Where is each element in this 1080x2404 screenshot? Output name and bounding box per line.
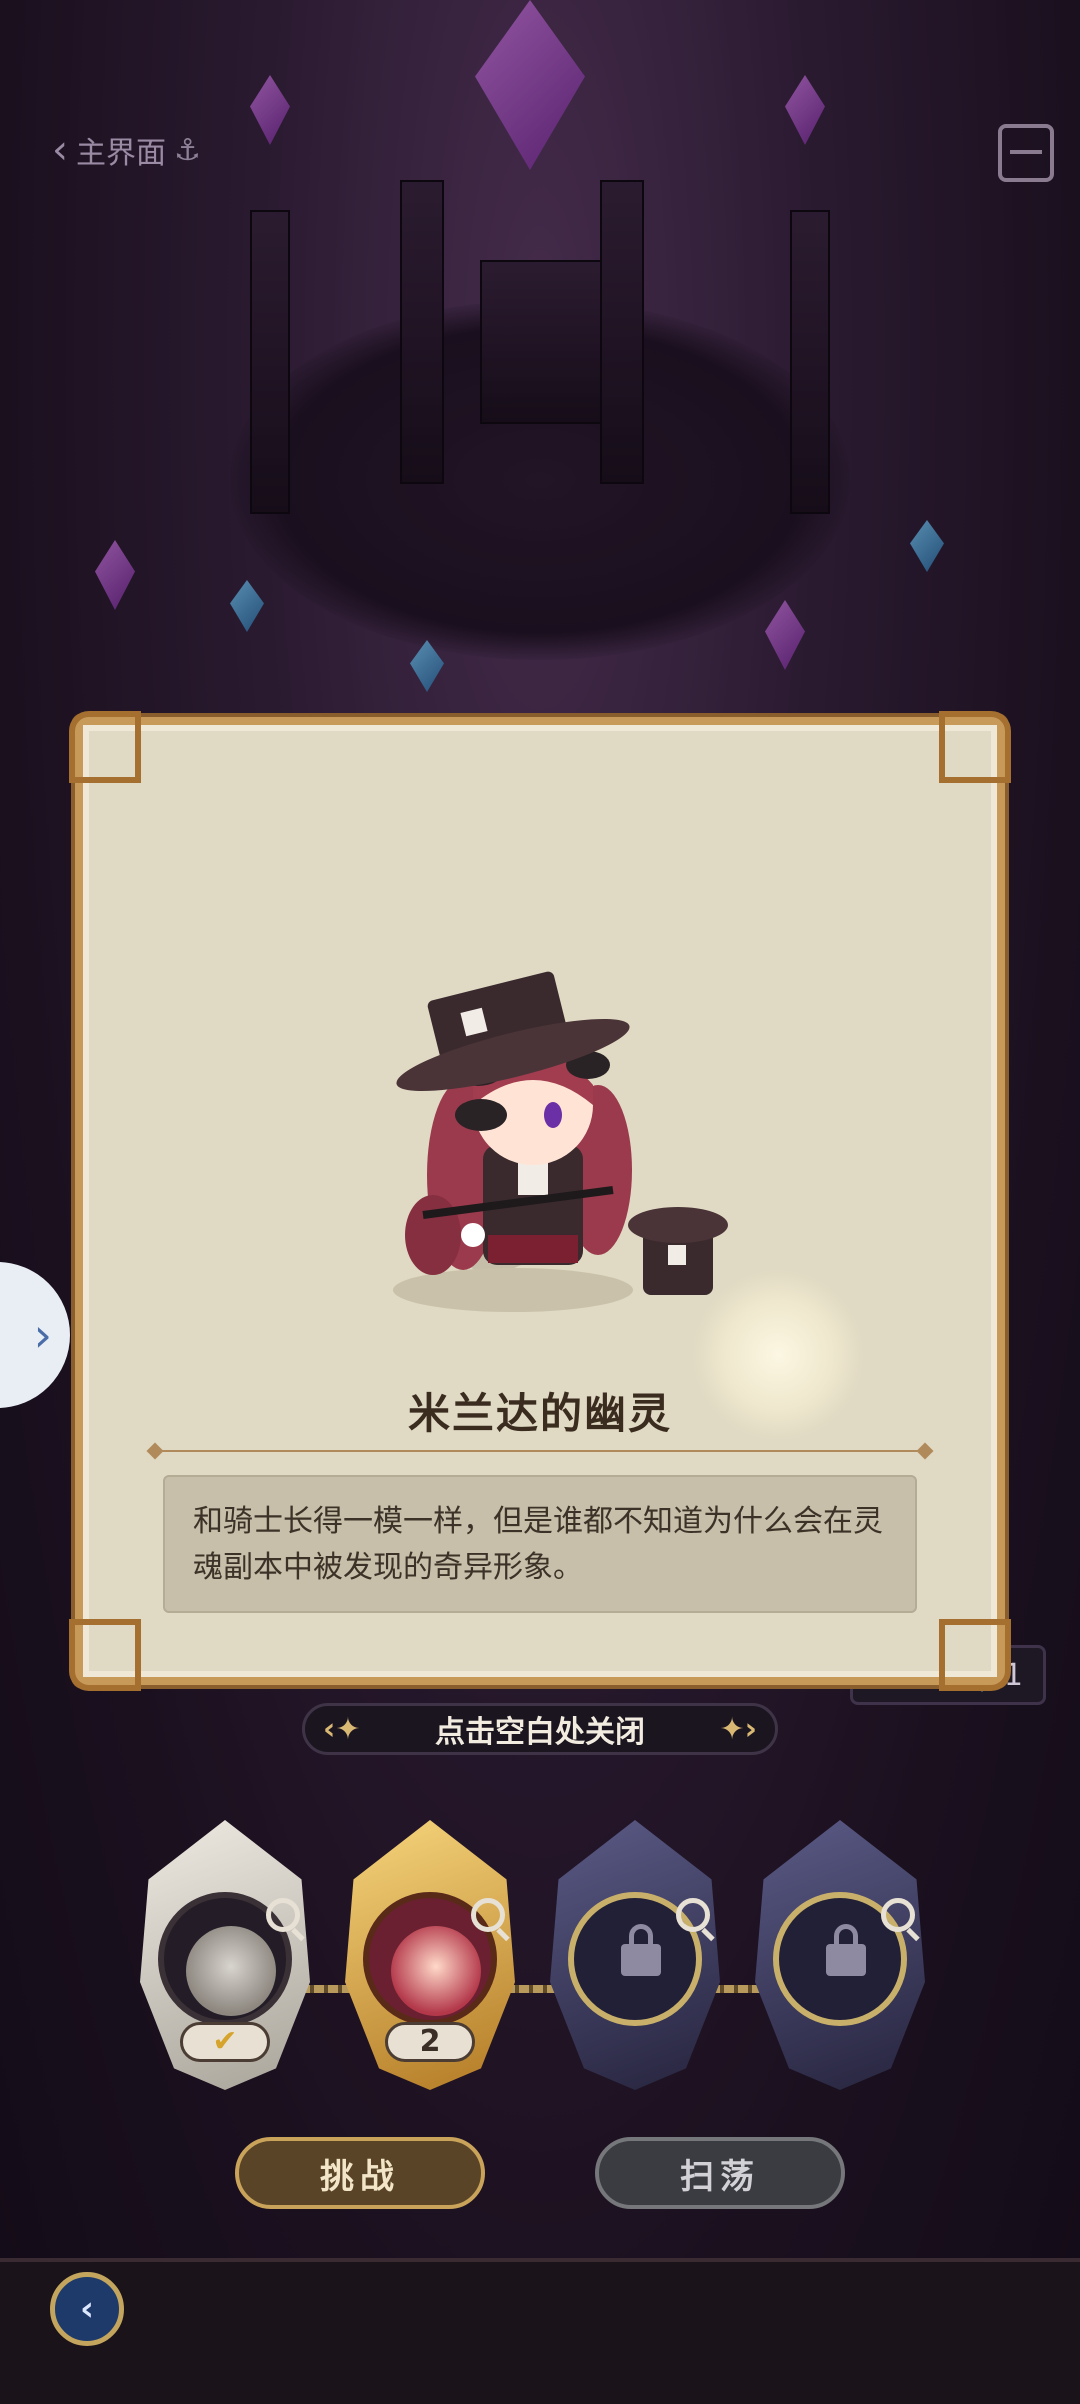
chevron-left-icon: ‹ [79,2289,94,2329]
character-description: 和骑士长得一模一样，但是谁都不知道为什么会在灵魂副本中被发现的奇异形象。 [163,1475,917,1613]
magnifier-icon[interactable] [881,1898,915,1932]
back-label: 主界面 [76,136,166,171]
chevron-left-icon: ‹ [52,127,68,173]
stage-node-3[interactable] [550,1820,720,2090]
magnifier-icon[interactable] [676,1898,710,1932]
lock-icon [621,1924,661,1976]
treasure-chest-icon[interactable] [998,124,1054,182]
bottom-bar [0,2258,1080,2404]
character-avatar [391,1926,481,2016]
anchor-icon: ⚓ [174,132,201,168]
stage-number-badge: 2 [385,2022,475,2062]
close-hint-text: 点击空白处关闭 [435,1715,645,1750]
cleared-badge: ✔ [180,2022,270,2062]
stage-node-2[interactable]: 2 [345,1820,515,2090]
back-button[interactable]: ‹ [50,2272,124,2346]
chevron-left-icon: ‹✦ [323,1711,361,1747]
character-info-popup: ✦ 米兰达的幽灵 和骑士长得一模一样，但是谁都不知道为什么会在灵魂副本中被发现的… [69,711,1011,1691]
chevron-right-icon: ✦› [719,1711,758,1747]
sweep-button[interactable]: 扫荡 [595,2137,845,2209]
divider [155,1450,925,1452]
magnifier-icon[interactable] [266,1898,300,1932]
stage-node-1[interactable]: ✔ [140,1820,310,2090]
character-portrait [393,971,728,1312]
close-hint-bar[interactable]: ‹✦ 点击空白处关闭 ✦› [302,1703,778,1755]
magnifier-icon[interactable] [471,1898,505,1932]
lock-icon [826,1924,866,1976]
challenge-button[interactable]: 挑战 [235,2137,485,2209]
character-name: 米兰达的幽灵 [407,1389,672,1438]
chevron-right-icon: › [33,1308,52,1362]
stage-node-4[interactable] [755,1820,925,2090]
back-to-main-button[interactable]: ‹ 主界面 ⚓ [52,128,201,172]
character-avatar [186,1926,276,2016]
